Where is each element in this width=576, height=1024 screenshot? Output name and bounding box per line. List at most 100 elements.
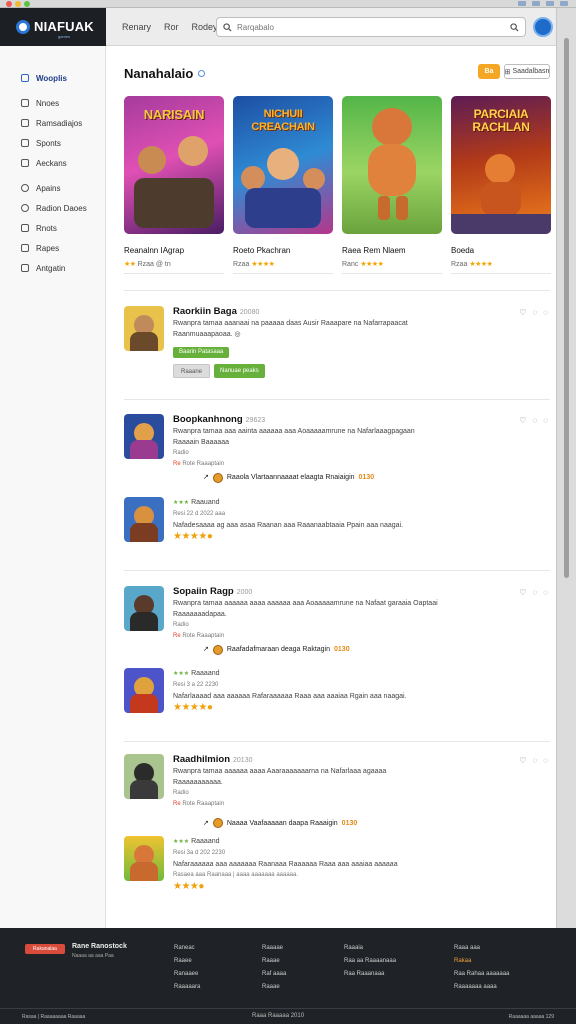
character-icon [267,148,299,180]
share-icon[interactable]: ◌ [543,416,548,425]
brand-logo[interactable]: NIAFUAK games [0,8,106,46]
game-art[interactable] [342,96,442,234]
minimize-window-icon[interactable] [15,1,21,7]
footer-link[interactable]: Ranaaee [174,968,200,981]
sub-review-text-2: Rasaea aaa Raanaaa | aaaa aaaaaaa aaaaaa… [173,872,299,878]
review-text-2: Raaaaaaaaaaa. [173,779,223,786]
review-title[interactable]: Raorkiin Baga 20080 [173,306,408,318]
game-thumbnail[interactable] [124,754,164,799]
game-title[interactable]: Reanalnn IAgrap [124,246,224,255]
sidebar-item-shield[interactable]: Apains [0,178,105,198]
game-art[interactable]: NARISAIN [124,96,224,234]
shield-icon [21,184,29,192]
comment-icon[interactable]: ◌ [532,588,537,597]
footer-link[interactable]: Raaaia [344,942,396,955]
game-thumbnail[interactable] [124,306,164,351]
character-body-icon [481,182,521,216]
rating-stars: ★★★● [173,881,204,892]
comment-icon[interactable]: ◌ [532,416,537,425]
game-thumbnail[interactable] [124,497,164,542]
close-window-icon[interactable] [6,1,12,7]
highlight-score: 0130 [334,646,350,653]
game-thumbnail[interactable] [124,414,164,459]
comment-icon[interactable]: ◌ [532,756,537,765]
share-icon[interactable]: ◌ [543,588,548,597]
sidebar-item-list[interactable]: Aeckans [0,153,105,173]
filter-pill[interactable]: Ba [478,64,500,79]
nav-link[interactable]: Renary [122,22,151,32]
game-card[interactable]: NARISAIN Reanalnn IAgrap ★★ Rzaa @ tn [124,96,224,274]
like-icon[interactable]: ♡ [519,588,526,597]
like-icon[interactable]: ♡ [519,308,526,317]
search-submit-icon[interactable] [510,22,519,32]
footer-link[interactable]: Raaae [262,981,286,994]
sidebar-item-chat[interactable]: Rapes [0,238,105,258]
maximize-window-icon[interactable] [24,1,30,7]
user-avatar[interactable] [533,17,553,37]
logo-icon [16,20,30,34]
primary-button[interactable]: Nanuae peaks [214,364,265,378]
menu-tray [518,1,568,6]
game-card[interactable]: NICHUII CREACHAIN Roeto Pkachran Rzaa ★★★… [233,96,333,274]
sub-review-body: ★★★ Raaaand Resi 3 a 22 2230 Nafarlaaaad… [173,668,407,713]
sidebar-item-user[interactable]: Antgatin [0,258,105,278]
footer-link[interactable]: Raaaae [262,942,286,955]
sort-button[interactable]: ⊞ Saadalbasn [504,64,550,79]
share-icon[interactable]: ◌ [543,308,548,317]
search-box[interactable] [216,17,526,37]
vertical-scrollbar[interactable] [556,8,576,928]
footer-link[interactable]: Raaaaara [174,981,200,994]
rating-stars: ★★★ [173,839,190,845]
arrow-icon: ↗ [203,820,209,827]
review-title[interactable]: Raadhilmion 20130 [173,754,386,766]
game-card[interactable]: Raea Rem Nlaem Ranc ★★★★ [342,96,442,274]
footer-logo[interactable]: Rakanalaa [25,944,65,954]
scrollbar-thumb[interactable] [564,38,569,578]
game-title[interactable]: Raea Rem Nlaem [342,246,442,255]
sidebar-item-label: Nnoes [36,98,60,108]
like-icon[interactable]: ♡ [519,756,526,765]
footer-link[interactable]: Raaa aaa [454,942,509,955]
footer-link[interactable]: Raaaaaaa aaaa [454,981,509,994]
footer-link[interactable]: Raa Rahaa aaaaaaa [454,968,509,981]
footer-legal[interactable]: Rasaa | Raaaaaaaa Raaaaa [22,1014,85,1020]
search-input[interactable] [237,22,505,32]
footer-link[interactable]: Rakaa [454,955,509,968]
get-button[interactable]: Baarin Patasaaa [173,347,230,358]
sub-review-text: Nafadesaaaa ag aaa asaa Raanan aaa Raaan… [173,522,404,529]
sidebar-item-settings[interactable]: Radion Daoes [0,198,105,218]
game-title[interactable]: Roeto Pkachran [233,246,333,255]
review-highlight[interactable]: ↗ Raafadafmaraan deaga Raktagin 0130 [203,644,438,655]
footer-link[interactable]: Raa Raaanaaa [344,968,396,981]
game-thumbnail[interactable] [124,586,164,631]
nav-link[interactable]: Ror [164,22,179,32]
game-art[interactable]: NICHUII CREACHAIN [233,96,333,234]
like-icon[interactable]: ♡ [519,416,526,425]
footer-link[interactable]: Raaae [262,955,286,968]
info-icon[interactable] [198,70,206,77]
footer-link[interactable]: Raf aaaa [262,968,286,981]
game-title[interactable]: Boeda [451,246,551,255]
sidebar-item-box[interactable]: Rnots [0,218,105,238]
game-art[interactable]: PARCIAIA RACHLAN [451,96,551,234]
game-thumbnail[interactable] [124,668,164,713]
comment-icon[interactable]: ◌ [532,308,537,317]
sidebar-item-grid[interactable]: Nnoes [0,93,105,113]
footer-link[interactable]: Raaee [174,955,200,968]
review-title[interactable]: Sopaiin Ragp 2000 [173,586,438,598]
review-highlight[interactable]: ↗ Raaola Vlartaannaaaat elaagta Rnaiaigin… [203,472,415,483]
review-title[interactable]: Boopkanhnong 29623 [173,414,415,426]
sub-review-body: ★★★ Raauand Resi 22 d 2022 aaa Nafadesaa… [173,497,403,542]
sidebar-item-sports[interactable]: Sponts [0,133,105,153]
sidebar-item-folder[interactable]: Ramsadiajos [0,113,105,133]
footer-link[interactable]: Raneac [174,942,200,955]
game-card[interactable]: PARCIAIA RACHLAN Boeda Rzaa ★★★★ [451,96,551,274]
sidebar-item-home[interactable]: Wooplis [0,68,105,88]
footer-link[interactable]: Raa aa Raaaanaaa [344,955,396,968]
nav-link[interactable]: Rodey [192,22,218,32]
share-icon[interactable]: ◌ [543,756,548,765]
review-highlight[interactable]: ↗ Naaaa Vaafaaaaan daapa Raaaigin 0130 [203,818,357,828]
secondary-button[interactable]: Raaane [173,364,211,378]
game-thumbnail[interactable] [124,836,164,881]
game-meta-text: Rzaa @ tn [137,260,171,268]
